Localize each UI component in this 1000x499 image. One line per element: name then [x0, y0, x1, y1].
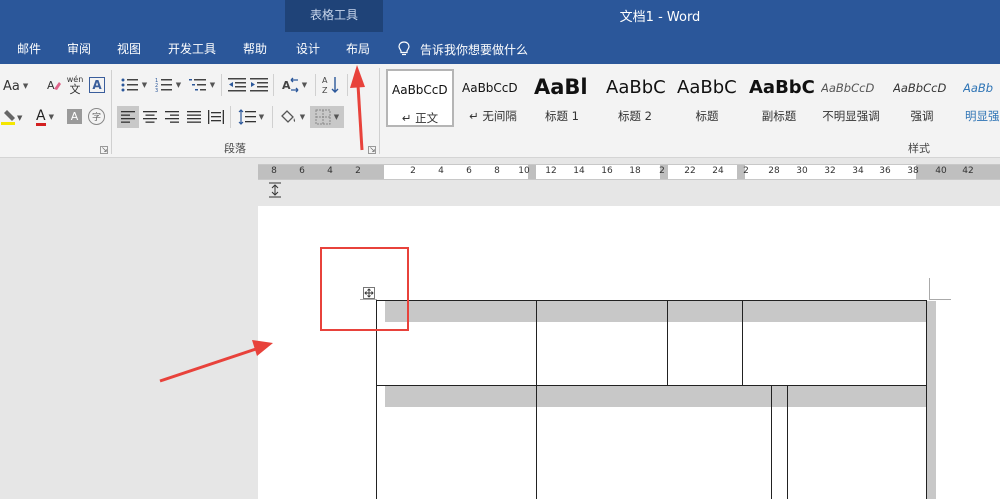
annotation-arrow-up [350, 65, 365, 151]
annotation-arrows [159, 65, 365, 383]
annotation-arrow-right [159, 340, 273, 383]
